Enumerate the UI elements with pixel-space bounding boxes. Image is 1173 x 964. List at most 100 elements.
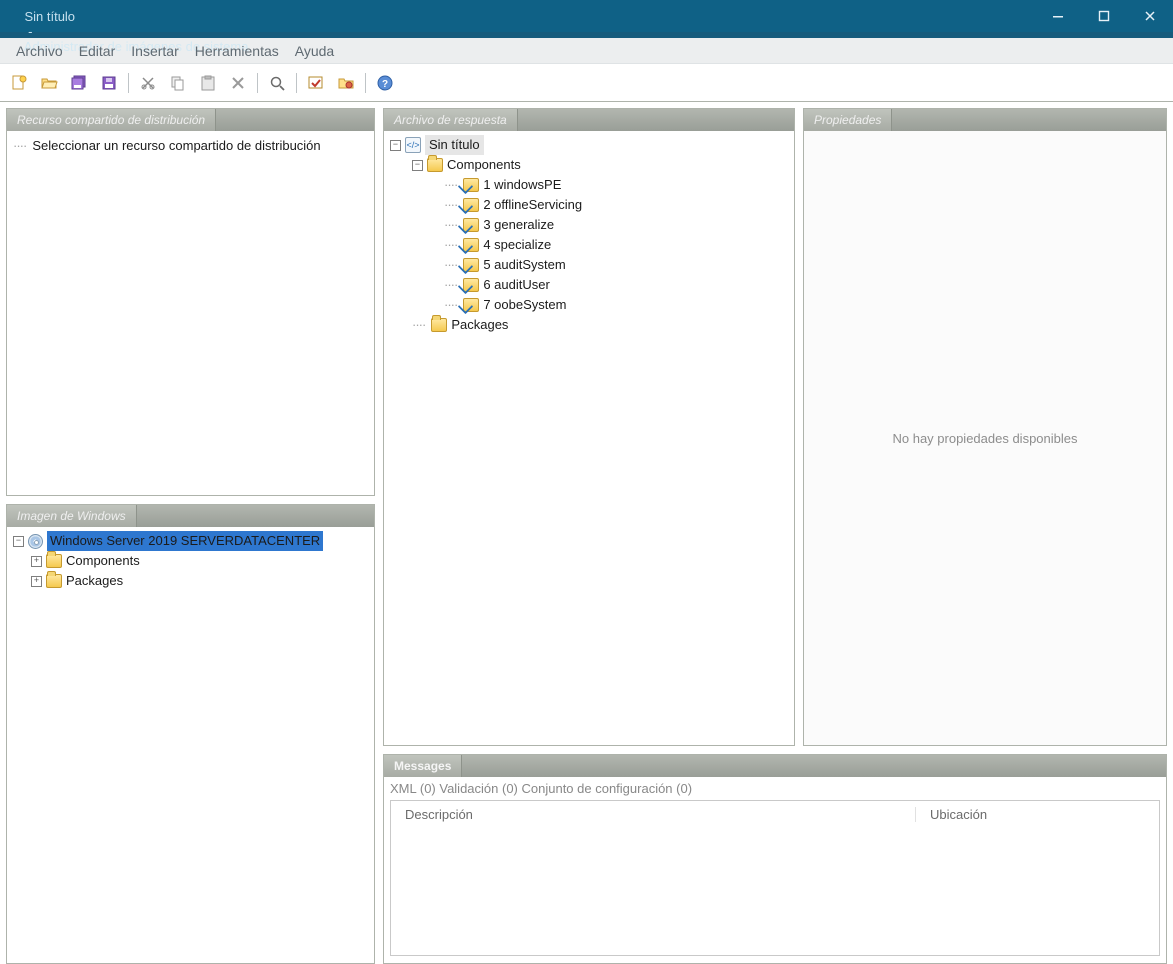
tree-item-components[interactable]: + Components (13, 551, 368, 571)
close-button[interactable] (1127, 0, 1173, 32)
pass-item[interactable]: ····1 windowsPE (390, 175, 788, 195)
messages-col-location[interactable]: Ubicación (916, 807, 1159, 822)
answer-components-row[interactable]: − Components (390, 155, 788, 175)
toolbar-find[interactable] (264, 70, 290, 96)
tree-dotline-icon: ···· (13, 138, 26, 153)
toolbar-separator (296, 73, 297, 93)
copy-icon (169, 74, 187, 92)
pass-label: 5 auditSystem (483, 255, 565, 275)
window-controls (1035, 0, 1173, 32)
expand-icon[interactable]: + (31, 556, 42, 567)
tree-dotline-icon: ···· (444, 195, 457, 215)
pass-item[interactable]: ····6 auditUser (390, 275, 788, 295)
pass-item[interactable]: ····3 generalize (390, 215, 788, 235)
pass-icon (463, 198, 479, 212)
answer-packages-row[interactable]: ···· Packages (390, 315, 788, 335)
toolbar-separator (365, 73, 366, 93)
validate-check-icon (307, 74, 325, 92)
panel-windows-image-body[interactable]: − Windows Server 2019 SERVERDATACENTER +… (7, 527, 374, 963)
toolbar-paste[interactable] (195, 70, 221, 96)
toolbar-separator (128, 73, 129, 93)
toolbar-config-set[interactable] (333, 70, 359, 96)
pass-label: 3 generalize (483, 215, 554, 235)
toolbar-help[interactable]: ? (372, 70, 398, 96)
toolbar-save-all[interactable] (66, 70, 92, 96)
toolbar-cut[interactable] (135, 70, 161, 96)
panel-distribution-header: Recurso compartido de distribución (7, 109, 374, 131)
answer-root-row[interactable]: − </> Sin título (390, 135, 788, 155)
panel-answer-file-body[interactable]: − </> Sin título − Components ····1 wind… (384, 131, 794, 745)
save-all-icon (70, 74, 88, 92)
scissors-icon (139, 74, 157, 92)
tree-dotline-icon: ···· (444, 295, 457, 315)
toolbar-new-answer-file[interactable] (6, 70, 32, 96)
panel-windows-image: Imagen de Windows − Windows Server 2019 … (6, 504, 375, 964)
panel-distribution: Recurso compartido de distribución ···· … (6, 108, 375, 496)
save-icon (100, 74, 118, 92)
pass-item[interactable]: ···· 7 oobeSystem (390, 295, 788, 315)
pass-icon (463, 238, 479, 252)
panel-properties-header: Propiedades (804, 109, 1166, 131)
panel-answer-file-header: Archivo de respuesta (384, 109, 794, 131)
distribution-placeholder-text: Seleccionar un recurso compartido de dis… (32, 138, 320, 153)
messages-subtabs[interactable]: XML (0) Validación (0) Conjunto de confi… (384, 777, 1166, 798)
pass-icon (463, 178, 479, 192)
folder-icon (46, 554, 62, 568)
menubar: Archivo Editar Insertar Herramientas Ayu… (0, 38, 1173, 64)
answer-file-tree: − </> Sin título − Components ····1 wind… (390, 135, 788, 335)
panel-answer-file: Archivo de respuesta − </> Sin título − … (383, 108, 795, 746)
pass-label: 2 offlineServicing (483, 195, 582, 215)
pass-item[interactable]: ····4 specialize (390, 235, 788, 255)
panel-distribution-tab[interactable]: Recurso compartido de distribución (7, 109, 216, 131)
toolbar-save[interactable] (96, 70, 122, 96)
tree-item-packages[interactable]: + Packages (13, 571, 368, 591)
paste-icon (199, 74, 217, 92)
panel-messages-header: Messages (384, 755, 1166, 777)
tree-dotline-icon: ···· (444, 255, 457, 275)
toolbar: ? (0, 64, 1173, 102)
tree-dotline-icon: ···· (444, 235, 457, 255)
menu-archivo[interactable]: Archivo (8, 41, 71, 61)
expand-icon[interactable]: + (31, 576, 42, 587)
maximize-button[interactable] (1081, 0, 1127, 32)
folder-icon (431, 318, 447, 332)
panel-windows-image-tab[interactable]: Imagen de Windows (7, 505, 137, 527)
folder-icon (46, 574, 62, 588)
menu-ayuda[interactable]: Ayuda (287, 41, 342, 61)
pass-icon (463, 218, 479, 232)
panel-properties: Propiedades No hay propiedades disponibl… (803, 108, 1167, 746)
disc-icon (28, 534, 43, 549)
collapse-icon[interactable]: − (412, 160, 423, 171)
menu-insertar[interactable]: Insertar (123, 41, 186, 61)
panel-distribution-body[interactable]: ···· Seleccionar un recurso compartido d… (7, 131, 374, 495)
panel-answer-file-tab[interactable]: Archivo de respuesta (384, 109, 518, 131)
search-icon (268, 74, 286, 92)
answer-root-label: Sin título (425, 135, 484, 155)
toolbar-open[interactable] (36, 70, 62, 96)
panel-messages-tab[interactable]: Messages (384, 755, 462, 777)
folder-gear-icon (337, 74, 355, 92)
tree-dotline-icon: ···· (444, 275, 457, 295)
pass-item[interactable]: ···· 2 offlineServicing (390, 195, 788, 215)
answer-packages-label: Packages (451, 315, 508, 335)
help-icon: ? (376, 74, 394, 92)
tree-root-row[interactable]: − Windows Server 2019 SERVERDATACENTER (13, 531, 368, 551)
collapse-icon[interactable]: − (13, 536, 24, 547)
panel-properties-tab[interactable]: Propiedades (804, 109, 892, 131)
tree-dotline-icon: ···· (412, 315, 425, 335)
properties-empty-text: No hay propiedades disponibles (892, 431, 1077, 446)
minimize-button[interactable] (1035, 0, 1081, 32)
messages-table-header: Descripción Ubicación (391, 801, 1159, 827)
pass-item[interactable]: ···· 5 auditSystem (390, 255, 788, 275)
pass-label: 7 oobeSystem (483, 295, 566, 315)
folder-open-icon (40, 74, 58, 92)
messages-col-description[interactable]: Descripción (391, 807, 916, 822)
panel-windows-image-header: Imagen de Windows (7, 505, 374, 527)
distribution-placeholder-row[interactable]: ···· Seleccionar un recurso compartido d… (13, 135, 368, 155)
toolbar-delete[interactable] (225, 70, 251, 96)
menu-herramientas[interactable]: Herramientas (187, 41, 287, 61)
toolbar-validate[interactable] (303, 70, 329, 96)
menu-editar[interactable]: Editar (71, 41, 124, 61)
toolbar-copy[interactable] (165, 70, 191, 96)
collapse-icon[interactable]: − (390, 140, 401, 151)
